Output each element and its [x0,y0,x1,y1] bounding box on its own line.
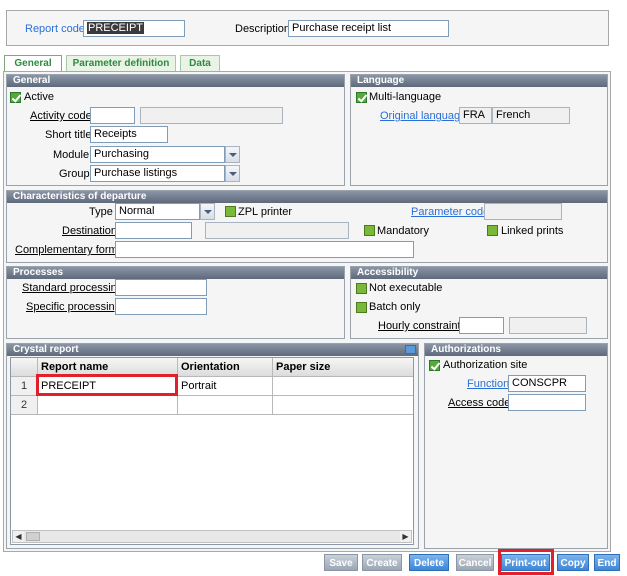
module-select[interactable]: Purchasing [90,146,225,163]
cancel-button[interactable]: Cancel [456,554,494,571]
departure-panel-title: Characteristics of departure [7,191,607,203]
copy-button[interactable]: Copy [557,554,589,571]
original-language-link[interactable]: Original language [380,109,466,123]
module-dropdown-icon[interactable] [225,146,240,163]
activity-code-label[interactable]: Activity code [30,109,92,123]
original-language-code: FRA [459,107,492,124]
save-button[interactable]: Save [324,554,358,571]
authorizations-panel: Authorizations [424,343,608,549]
language-panel-title: Language [351,75,607,87]
column-header-paper-size[interactable]: Paper size [273,358,413,377]
report-code-field[interactable]: PRECEIPT [83,20,185,37]
short-title-label: Short title [45,129,92,141]
crystal-report-title: Crystal report [7,344,418,356]
scroll-left-icon[interactable]: ◀ [13,531,24,542]
module-label: Module [53,149,90,161]
report-code-label: Report code [25,23,85,35]
complementary-form-label[interactable]: Complementary form... [15,243,127,257]
general-panel-title: General [7,75,344,87]
type-label: Type [89,206,113,218]
processes-panel-title: Processes [7,267,344,279]
not-executable-checkbox[interactable] [356,283,367,294]
destination-desc-field [205,222,349,239]
tab-data[interactable]: Data [180,55,220,71]
destination-label[interactable]: Destination [62,224,117,238]
horizontal-scrollbar[interactable]: ◀ ▶ [12,530,412,543]
specific-processing-field[interactable] [115,298,207,315]
access-code-label[interactable]: Access code [448,396,510,410]
create-button[interactable]: Create [362,554,402,571]
mandatory-label: Mandatory [377,225,429,237]
not-executable-label: Not executable [369,282,443,294]
highlight-print-out [498,549,554,575]
table-cell-report-name[interactable] [38,396,178,415]
parameter-code-field[interactable] [484,203,562,220]
destination-field[interactable] [115,222,192,239]
activity-code-desc-field [140,107,283,124]
linked-prints-label: Linked prints [501,225,564,237]
active-label: Active [24,91,54,103]
batch-only-label: Batch only [369,301,421,313]
group-dropdown-icon[interactable] [225,165,240,182]
specific-processing-label[interactable]: Specific processing [26,300,121,314]
complementary-form-field[interactable] [115,241,414,258]
report-code-value: PRECEIPT [87,22,145,34]
access-code-field[interactable] [508,394,586,411]
batch-only-checkbox[interactable] [356,302,367,313]
standard-processing-label[interactable]: Standard processing [22,281,123,295]
tab-parameter-definition[interactable]: Parameter definition [66,55,176,71]
authorization-site-checkbox[interactable] [429,360,440,371]
hourly-constraints-label[interactable]: Hourly constraints [378,319,466,333]
multi-language-checkbox[interactable] [356,92,367,103]
function-link[interactable]: Function [467,377,509,391]
hourly-constraints-desc [509,317,587,334]
original-language-name: French [492,107,570,124]
short-title-field[interactable]: Receipts [90,126,168,143]
accessibility-panel-title: Accessibility [351,267,607,279]
row-number: 1 [11,377,38,396]
zpl-printer-checkbox[interactable] [225,206,236,217]
scroll-thumb[interactable] [26,532,40,541]
table-cell-paper-size[interactable] [273,396,413,415]
type-select[interactable]: Normal [115,203,200,220]
tab-general[interactable]: General [4,55,62,72]
table-cell-orientation[interactable] [178,396,273,415]
type-dropdown-icon[interactable] [200,203,215,220]
activity-code-field[interactable] [90,107,135,124]
description-label: Description [235,23,291,35]
table-cell-orientation[interactable]: Portrait [178,377,273,396]
end-button[interactable]: End [594,554,620,571]
group-select[interactable]: Purchase listings [90,165,225,182]
linked-prints-checkbox[interactable] [487,225,498,236]
expand-icon[interactable] [405,345,416,354]
hourly-constraints-field[interactable] [459,317,504,334]
group-label: Group [59,168,90,180]
function-field[interactable]: CONSCPR [508,375,586,392]
parameter-code-link[interactable]: Parameter code [411,205,489,219]
delete-button[interactable]: Delete [409,554,449,571]
active-checkbox[interactable] [10,92,21,103]
zpl-printer-label: ZPL printer [238,206,293,218]
standard-processing-field[interactable] [115,279,207,296]
authorizations-title: Authorizations [425,344,607,356]
row-number: 2 [11,396,38,415]
authorization-site-label: Authorization site [443,359,528,371]
highlight-report-name [36,374,178,396]
description-field[interactable]: Purchase receipt list [288,20,449,37]
scroll-right-icon[interactable]: ▶ [400,531,411,542]
table-cell-paper-size[interactable] [273,377,413,396]
multi-language-label: Multi-language [369,91,442,103]
mandatory-checkbox[interactable] [364,225,375,236]
column-header-orientation[interactable]: Orientation [178,358,273,377]
grid-corner [11,358,38,377]
